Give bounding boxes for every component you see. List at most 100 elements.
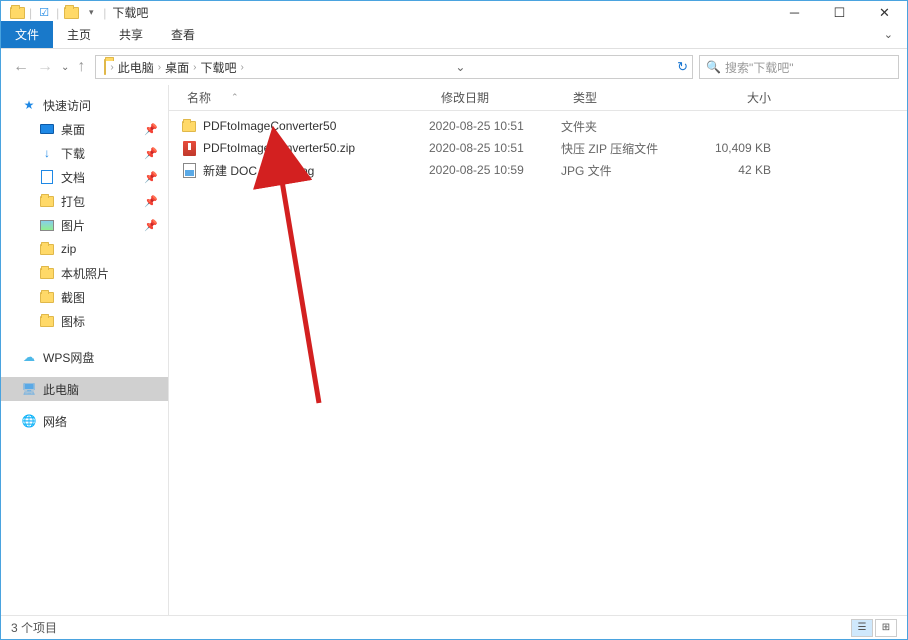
sidebar-item-folder[interactable]: zip xyxy=(1,237,168,261)
ribbon-tab-file[interactable]: 文件 xyxy=(1,21,53,48)
sidebar-network[interactable]: 🌐 网络 xyxy=(1,409,168,433)
sidebar-this-pc[interactable]: 🖥 此电脑 xyxy=(1,377,168,401)
breadcrumb-item[interactable]: 下载吧 xyxy=(196,59,240,76)
document-icon xyxy=(39,169,55,185)
file-type: 文件夹 xyxy=(561,118,681,135)
sidebar-item-label: 网络 xyxy=(43,413,67,430)
sidebar-item-folder[interactable]: 本机照片 xyxy=(1,261,168,285)
folder-icon[interactable] xyxy=(63,5,79,21)
nav-up-button[interactable]: ↑ xyxy=(77,58,85,76)
pin-icon: 📌 xyxy=(144,171,158,184)
sort-indicator-icon: ⌃ xyxy=(231,92,239,103)
ribbon-tab-view[interactable]: 查看 xyxy=(157,21,209,48)
window-title: 下载吧 xyxy=(112,4,148,21)
ribbon-tab-share[interactable]: 共享 xyxy=(105,21,157,48)
navigation-sidebar: ★ 快速访问 桌面 📌 ↓ 下载 📌 文档 📌 打包 📌 图片 📌 xyxy=(1,85,169,615)
folder-icon xyxy=(39,193,55,209)
pin-icon: 📌 xyxy=(144,123,158,136)
breadcrumb-dropdown[interactable]: ⌄ xyxy=(451,60,469,74)
file-row[interactable]: PDFtoImageConverter50 2020-08-25 10:51 文… xyxy=(169,115,907,137)
cloud-icon: ☁ xyxy=(21,349,37,365)
folder-icon xyxy=(39,241,55,257)
view-details-button[interactable]: ☰ xyxy=(851,619,873,637)
pin-icon: 📌 xyxy=(144,195,158,208)
file-type: JPG 文件 xyxy=(561,162,681,179)
nav-forward-button[interactable]: → xyxy=(37,58,53,76)
folder-icon[interactable] xyxy=(100,60,110,74)
file-name: PDFtoImageConverter50.zip xyxy=(203,141,355,155)
dropdown-icon[interactable]: ▾ xyxy=(83,5,99,21)
maximize-button[interactable]: ☐ xyxy=(817,1,862,24)
ribbon-expand-button[interactable]: ⌄ xyxy=(870,20,907,48)
file-row[interactable]: 新建 DOC 文档-1.jpg 2020-08-25 10:59 JPG 文件 … xyxy=(169,159,907,181)
sidebar-item-pictures[interactable]: 图片 📌 xyxy=(1,213,168,237)
folder-icon xyxy=(181,118,197,134)
folder-icon xyxy=(39,313,55,329)
sidebar-item-label: 截图 xyxy=(61,289,85,306)
sidebar-item-documents[interactable]: 文档 📌 xyxy=(1,165,168,189)
breadcrumb-item[interactable]: 此电脑 xyxy=(114,59,158,76)
sidebar-item-label: 本机照片 xyxy=(61,265,109,282)
file-name: 新建 DOC 文档-1.jpg xyxy=(203,162,314,179)
column-header-type[interactable]: 类型 xyxy=(567,89,687,106)
status-item-count: 3 个项目 xyxy=(11,619,57,636)
breadcrumb[interactable]: › 此电脑 › 桌面 › 下载吧 › ⌄ ↻ xyxy=(95,55,693,79)
sidebar-item-desktop[interactable]: 桌面 📌 xyxy=(1,117,168,141)
sidebar-item-folder[interactable]: 截图 xyxy=(1,285,168,309)
column-header-date[interactable]: 修改日期 xyxy=(435,89,567,106)
separator: | xyxy=(103,6,106,20)
folder-icon xyxy=(39,265,55,281)
sidebar-item-label: WPS网盘 xyxy=(43,349,94,366)
column-header-size[interactable]: 大小 xyxy=(687,89,777,106)
check-icon[interactable]: ☑ xyxy=(36,5,52,21)
file-list[interactable]: PDFtoImageConverter50 2020-08-25 10:51 文… xyxy=(169,111,907,615)
nav-back-button[interactable]: ← xyxy=(13,58,29,76)
sidebar-item-folder[interactable]: 打包 📌 xyxy=(1,189,168,213)
file-list-area: 名称 ⌃ 修改日期 类型 大小 PDFtoImageConverter50 20… xyxy=(169,85,907,615)
sidebar-item-folder[interactable]: 图标 xyxy=(1,309,168,333)
search-input[interactable]: 🔍 搜索"下载吧" xyxy=(699,55,899,79)
sidebar-item-label: 文档 xyxy=(61,169,85,186)
star-icon: ★ xyxy=(21,97,37,113)
sidebar-item-label: 桌面 xyxy=(61,121,85,138)
file-date: 2020-08-25 10:51 xyxy=(429,141,561,155)
refresh-button[interactable]: ↻ xyxy=(677,59,688,75)
status-bar: 3 个项目 ☰ ⊞ xyxy=(1,615,907,639)
sidebar-item-label: 快速访问 xyxy=(43,97,91,114)
folder-icon xyxy=(39,289,55,305)
sidebar-item-label: 打包 xyxy=(61,193,85,210)
sidebar-item-label: 图标 xyxy=(61,313,85,330)
jpg-icon xyxy=(181,162,197,178)
file-date: 2020-08-25 10:59 xyxy=(429,163,561,177)
breadcrumb-item[interactable]: 桌面 xyxy=(161,59,193,76)
nav-recent-button[interactable]: ⌄ xyxy=(61,62,69,73)
folder-icon[interactable] xyxy=(9,5,25,21)
separator: | xyxy=(56,6,59,20)
minimize-button[interactable]: ─ xyxy=(772,1,817,24)
file-row[interactable]: PDFtoImageConverter50.zip 2020-08-25 10:… xyxy=(169,137,907,159)
computer-icon: 🖥 xyxy=(21,381,37,397)
sidebar-item-label: zip xyxy=(61,242,76,256)
quick-access-toolbar: | ☑ | ▾ | xyxy=(1,5,106,21)
zip-icon xyxy=(181,140,197,156)
sidebar-quick-access[interactable]: ★ 快速访问 xyxy=(1,93,168,117)
column-header-name[interactable]: 名称 ⌃ xyxy=(181,89,435,106)
sidebar-wps[interactable]: ☁ WPS网盘 xyxy=(1,345,168,369)
desktop-icon xyxy=(39,121,55,137)
ribbon-tab-home[interactable]: 主页 xyxy=(53,21,105,48)
column-headers: 名称 ⌃ 修改日期 类型 大小 xyxy=(169,85,907,111)
separator: | xyxy=(29,6,32,20)
sidebar-item-label: 图片 xyxy=(61,217,85,234)
pin-icon: 📌 xyxy=(144,219,158,232)
address-bar-row: ← → ⌄ ↑ › 此电脑 › 桌面 › 下载吧 › ⌄ ↻ 🔍 搜索"下载吧" xyxy=(1,49,907,85)
file-size: 10,409 KB xyxy=(681,141,771,155)
sidebar-item-label: 此电脑 xyxy=(43,381,79,398)
file-size: 42 KB xyxy=(681,163,771,177)
sidebar-item-downloads[interactable]: ↓ 下载 📌 xyxy=(1,141,168,165)
chevron-right-icon[interactable]: › xyxy=(240,62,243,73)
download-icon: ↓ xyxy=(39,145,55,161)
search-icon: 🔍 xyxy=(706,60,721,74)
view-icons-button[interactable]: ⊞ xyxy=(875,619,897,637)
search-placeholder: 搜索"下载吧" xyxy=(725,59,794,76)
pin-icon: 📌 xyxy=(144,147,158,160)
